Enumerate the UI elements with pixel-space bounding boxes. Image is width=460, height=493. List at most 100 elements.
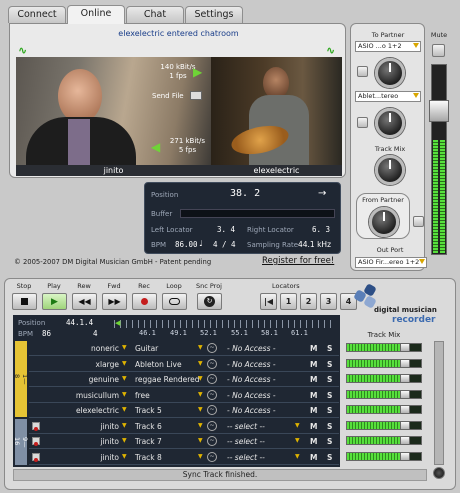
mute-track-button[interactable]: M	[310, 344, 317, 353]
mute-track-button[interactable]: M	[310, 422, 317, 431]
track-dropdown-arrow-icon[interactable]: ▼	[198, 437, 203, 444]
output-port-select[interactable]: ASIO Fir...ereo 1+2	[355, 257, 427, 268]
send-arrow-icon[interactable]: ▶	[193, 65, 202, 79]
track-mix-meter[interactable]	[346, 343, 422, 352]
record-arm-icon[interactable]	[32, 452, 40, 462]
mute-track-button[interactable]: M	[310, 453, 317, 462]
tab-online[interactable]: Online	[67, 5, 125, 24]
meter-slider-thumb[interactable]	[399, 359, 410, 367]
solo-track-button[interactable]: S	[327, 406, 332, 415]
user-dropdown-arrow-icon[interactable]: ▼	[122, 360, 127, 367]
input-source-select[interactable]: ASIO ...o 1+2	[355, 41, 421, 52]
track-dropdown-arrow-icon[interactable]: ▼	[198, 422, 203, 429]
tab-connect[interactable]: Connect	[8, 6, 66, 23]
sync-mode-icon[interactable]: ~	[207, 436, 217, 446]
track-dropdown-arrow-icon[interactable]: ▼	[198, 453, 203, 460]
meter-slider-thumb[interactable]	[399, 406, 410, 413]
track-mix-meter[interactable]	[346, 436, 422, 445]
solo-track-button[interactable]: S	[327, 391, 332, 400]
meter-slider-thumb[interactable]	[399, 390, 410, 398]
user-dropdown-arrow-icon[interactable]: ▼	[122, 391, 127, 398]
track-row[interactable]: jinito ▼ Track 7 ▼ ~ -- select -- ▼ M S	[29, 434, 339, 450]
track-row[interactable]: genuine ▼ reggae Rendered ▼ ~ - No Access -MS	[29, 372, 339, 388]
meter-slider-thumb[interactable]	[399, 437, 410, 444]
play-button[interactable]: ▶	[42, 293, 67, 310]
meter-slider-thumb[interactable]	[399, 375, 410, 382]
user-dropdown-arrow-icon[interactable]: ▼	[122, 437, 127, 444]
track-dropdown-arrow-icon[interactable]: ▼	[198, 375, 203, 382]
solo-track-button[interactable]: S	[327, 422, 332, 431]
mute-track-button[interactable]: M	[310, 391, 317, 400]
user-dropdown-arrow-icon[interactable]: ▼	[122, 422, 127, 429]
from-partner-toggle[interactable]	[413, 216, 424, 227]
track-row[interactable]: musicullum ▼ free ▼ ~ - No Access -MS	[29, 388, 339, 403]
track-row[interactable]: jinito ▼ Track 6 ▼ ~ -- select -- ▼ M S	[29, 419, 339, 434]
receive-arrow-icon[interactable]: ◀	[151, 140, 160, 154]
solo-track-button[interactable]: S	[327, 453, 332, 462]
mute-track-button[interactable]: M	[310, 360, 317, 369]
track-mix-meter[interactable]	[346, 374, 422, 383]
sync-project-button[interactable]: ↻	[197, 293, 222, 310]
rewind-button[interactable]: ◀◀	[72, 293, 97, 310]
mute-track-button[interactable]: M	[310, 406, 317, 415]
meter-slider-thumb[interactable]	[399, 344, 410, 351]
sync-mode-icon[interactable]: ~	[207, 405, 217, 415]
input-source-select-2[interactable]: Ablet...tereo	[355, 91, 421, 102]
mute-button[interactable]	[432, 44, 445, 57]
locator-start-button[interactable]: |◀	[260, 293, 277, 310]
track-mix-meter[interactable]	[346, 389, 422, 399]
register-link[interactable]: Register for free!	[262, 256, 334, 266]
user-dropdown-arrow-icon[interactable]: ▼	[122, 375, 127, 382]
access-dropdown-arrow-icon[interactable]: ▼	[295, 422, 300, 429]
meter-slider-thumb[interactable]	[399, 452, 410, 460]
sync-mode-icon[interactable]: ~	[207, 358, 217, 369]
sync-mode-icon[interactable]: ~	[207, 374, 217, 384]
master-fader-handle[interactable]	[429, 100, 449, 122]
input-monitor-toggle[interactable]	[357, 66, 368, 77]
track-mix-meter[interactable]	[346, 358, 422, 368]
track-mix-meter[interactable]	[346, 451, 422, 461]
track-dropdown-arrow-icon[interactable]: ▼	[198, 360, 203, 367]
track-row[interactable]: noneric ▼ Guitar ▼ ~ - No Access -MS	[29, 341, 339, 357]
track-row[interactable]: elexelectric ▼ Track 5 ▼ ~ - No Access -MS	[29, 403, 339, 419]
record-arm-icon[interactable]	[32, 421, 40, 431]
track-dropdown-arrow-icon[interactable]: ▼	[198, 344, 203, 351]
forward-button[interactable]: ▶▶	[102, 293, 127, 310]
locator-1-button[interactable]: 1	[280, 293, 297, 310]
record-button[interactable]	[132, 293, 157, 310]
sync-mode-icon[interactable]: ~	[207, 343, 217, 353]
access-dropdown-arrow-icon[interactable]: ▼	[295, 437, 300, 444]
input-monitor-toggle-2[interactable]	[357, 117, 368, 128]
tab-chat[interactable]: Chat	[126, 6, 184, 23]
user-dropdown-arrow-icon[interactable]: ▼	[122, 406, 127, 413]
track-scrollbar[interactable]	[434, 341, 444, 465]
track-mix-meter[interactable]	[346, 420, 422, 430]
sync-mode-icon[interactable]: ~	[207, 389, 217, 400]
track-row[interactable]: jinito ▼ Track 8 ▼ ~ -- select -- ▼ M S	[29, 450, 339, 465]
record-arm-icon[interactable]	[32, 437, 40, 446]
loop-button[interactable]	[162, 293, 187, 310]
locator-2-button[interactable]: 2	[300, 293, 317, 310]
mute-track-button[interactable]: M	[310, 375, 317, 384]
stop-button[interactable]	[12, 293, 37, 310]
track-dropdown-arrow-icon[interactable]: ▼	[198, 406, 203, 413]
playhead-marker-icon[interactable]: ◀	[115, 319, 120, 327]
solo-track-button[interactable]: S	[327, 375, 332, 384]
track-mix-knob[interactable]	[375, 155, 405, 185]
track-mix-meter[interactable]	[346, 405, 422, 414]
sync-mode-icon[interactable]: ~	[207, 451, 217, 462]
mute-track-button[interactable]: M	[310, 437, 317, 446]
solo-track-button[interactable]: S	[327, 360, 332, 369]
sync-mode-icon[interactable]: ~	[207, 420, 217, 431]
access-dropdown-arrow-icon[interactable]: ▼	[295, 453, 300, 460]
track-dropdown-arrow-icon[interactable]: ▼	[198, 391, 203, 398]
user-dropdown-arrow-icon[interactable]: ▼	[122, 344, 127, 351]
send-file-button[interactable]	[190, 91, 202, 100]
solo-track-button[interactable]: S	[327, 344, 332, 353]
input-gain-knob-2[interactable]	[375, 108, 405, 138]
solo-track-button[interactable]: S	[327, 437, 332, 446]
user-dropdown-arrow-icon[interactable]: ▼	[122, 453, 127, 460]
from-partner-knob[interactable]	[369, 207, 399, 237]
input-gain-knob[interactable]	[375, 58, 405, 88]
locator-3-button[interactable]: 3	[320, 293, 337, 310]
